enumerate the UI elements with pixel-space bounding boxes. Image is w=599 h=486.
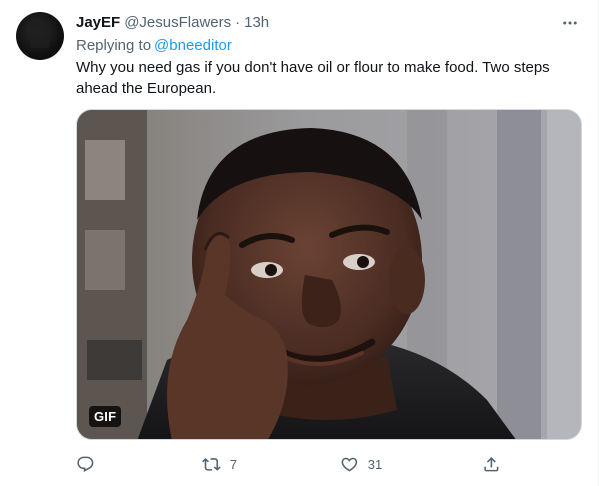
share-button[interactable] [482,452,501,476]
reply-icon [77,456,94,472]
reply-mention-link[interactable]: @bneeditor [154,37,232,54]
more-button[interactable] [560,13,580,33]
gif-badge: GIF [89,406,122,427]
replying-to: Replying to @bneeditor [76,36,232,56]
author-handle[interactable]: @JesusFlawers [124,13,231,33]
tweet[interactable]: JayEF @JesusFlawers · 13h Replying to @bn… [0,0,599,486]
like-icon [341,457,358,472]
like-count: 31 [367,456,383,472]
like-button[interactable]: 31 [340,452,382,476]
gif-image [77,110,581,439]
tweet-text: Why you need gas if you don't have oil o… [76,59,550,97]
retweet-button[interactable]: 7 [202,452,237,476]
tweet-header: JayEF @JesusFlawers · 13h [76,13,578,33]
replying-to-label: Replying to [76,37,152,54]
avatar[interactable] [16,12,64,60]
timestamp[interactable]: 13h [244,13,269,33]
share-icon [484,456,499,472]
separator-dot: · [235,14,241,31]
retweet-icon [202,457,221,471]
author-name[interactable]: JayEF [76,13,120,33]
gif-media[interactable]: GIF [76,109,582,440]
reply-button[interactable] [76,452,104,476]
tweet-actions: 7 31 [76,452,506,476]
retweet-count: 7 [229,456,237,472]
more-icon [563,21,577,25]
